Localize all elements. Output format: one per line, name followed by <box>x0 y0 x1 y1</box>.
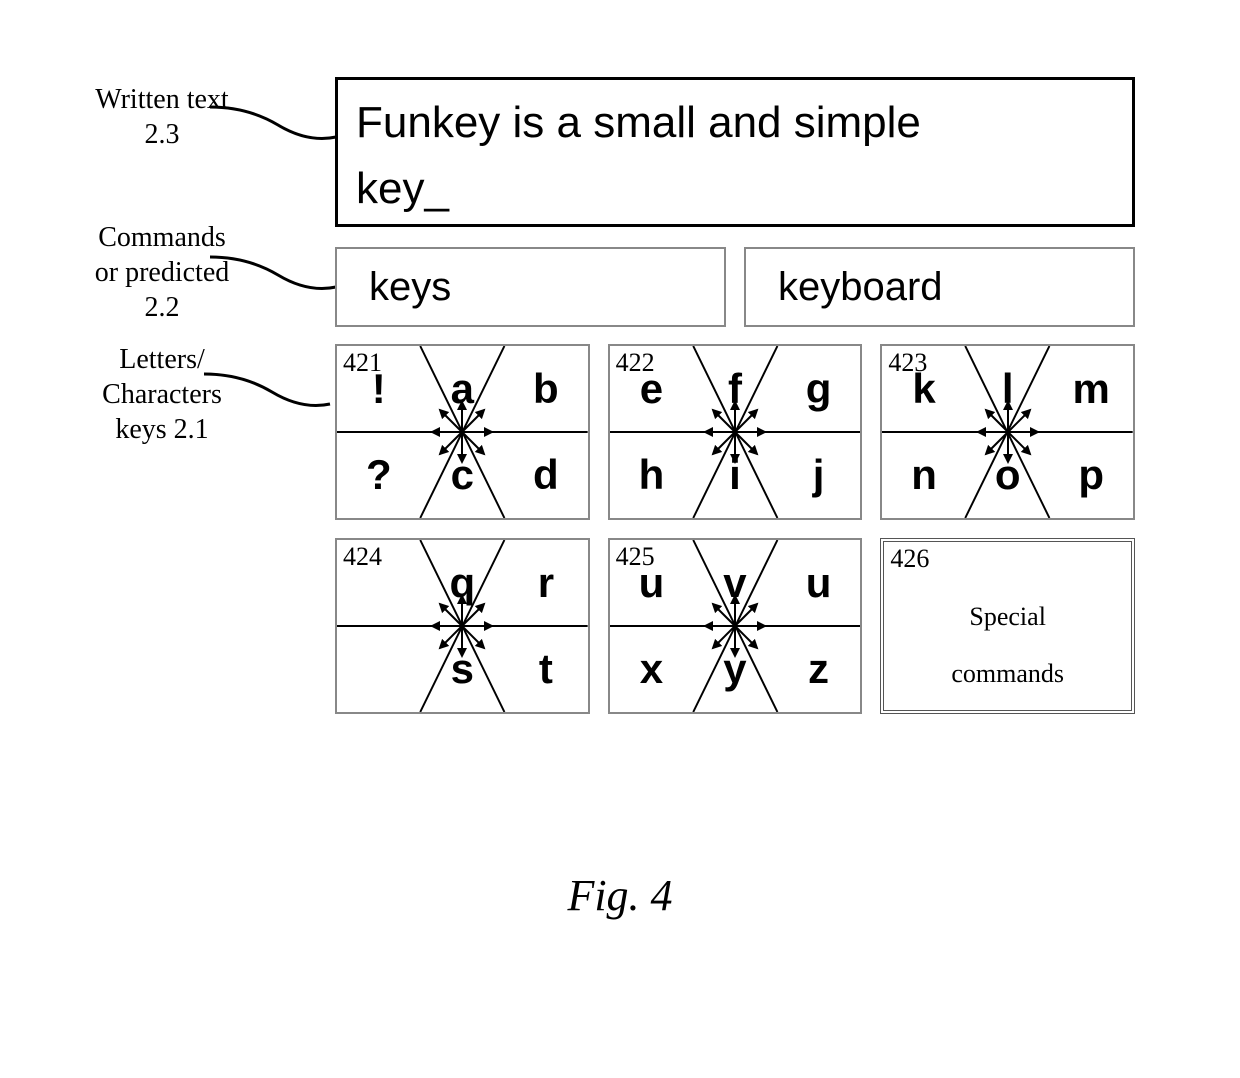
key-425[interactable]: 425 u v u x y z <box>608 538 863 714</box>
key-425-num: 425 <box>616 542 655 572</box>
key-421-arrows-icon <box>422 392 502 472</box>
prediction-2[interactable]: keyboard <box>744 247 1135 327</box>
key-421[interactable]: 421 ! a b ? c d <box>335 344 590 520</box>
key-423-num: 423 <box>888 348 927 378</box>
key-424[interactable]: 424 q r s t <box>335 538 590 714</box>
written-text-area[interactable]: Funkey is a small and simple key_ <box>335 77 1135 227</box>
label-letters-l3: keys 2.1 <box>115 414 208 445</box>
key-422[interactable]: 422 e f g h i j <box>608 344 863 520</box>
prediction-1[interactable]: keys <box>335 247 726 327</box>
prediction-1-text: keys <box>369 265 451 310</box>
figure-caption: Fig. 4 <box>0 870 1240 921</box>
written-text-line1: Funkey is a small and simple <box>356 98 921 147</box>
key-421-num: 421 <box>343 348 382 378</box>
key-423[interactable]: 423 k l m n o p <box>880 344 1135 520</box>
key-grid: 421 ! a b ? c d 422 <box>335 344 1135 714</box>
key-423-arrows-icon <box>968 392 1048 472</box>
key-422-num: 422 <box>616 348 655 378</box>
prediction-2-text: keyboard <box>778 265 943 310</box>
key-424-num: 424 <box>343 542 382 572</box>
key-426-num: 426 <box>890 544 929 574</box>
connector-letters <box>202 372 332 412</box>
figure-caption-text: Fig. 4 <box>567 871 672 920</box>
prediction-row: keys keyboard <box>335 247 1135 327</box>
connector-written-text <box>208 105 338 145</box>
key-425-arrows-icon <box>695 586 775 666</box>
connector-commands <box>208 255 338 295</box>
label-commands-l1: Commands <box>98 222 226 253</box>
key-422-arrows-icon <box>695 392 775 472</box>
label-written-text-l2: 2.3 <box>145 119 180 150</box>
key-426-text: Special commands <box>884 588 1131 702</box>
key-426-line1: Special <box>969 602 1046 631</box>
written-text-line2: key_ <box>356 164 449 213</box>
key-426-special[interactable]: 426 Special commands <box>880 538 1135 714</box>
label-letters-l1: Letters/ <box>119 344 205 375</box>
label-commands-l3: 2.2 <box>145 292 180 323</box>
key-426-line2: commands <box>951 659 1064 688</box>
key-424-arrows-icon <box>422 586 502 666</box>
